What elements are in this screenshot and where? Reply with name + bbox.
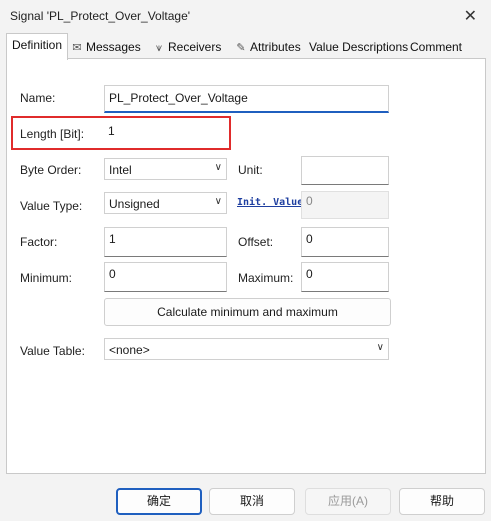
tab-messages[interactable]: ✉ Messages: [70, 36, 141, 58]
value-table-select[interactable]: <none> ∨: [104, 338, 389, 360]
tab-messages-label: Messages: [86, 40, 141, 54]
chevron-down-icon: ∨: [214, 162, 222, 173]
ok-button[interactable]: 确定: [116, 488, 202, 515]
minimum-label: Minimum:: [20, 271, 73, 285]
window-title: Signal 'PL_Protect_Over_Voltage': [10, 9, 191, 23]
tab-attributes[interactable]: ✎ Attributes: [234, 36, 301, 58]
tab-value-descriptions-label: Value Descriptions: [309, 40, 409, 54]
unit-input[interactable]: [301, 156, 389, 185]
value-table-value: <none>: [109, 343, 150, 357]
value-type-value: Unsigned: [109, 197, 160, 211]
init-value-input: 0: [301, 191, 389, 219]
tab-attributes-label: Attributes: [250, 40, 301, 54]
tab-comment-label: Comment: [410, 40, 463, 54]
factor-input[interactable]: 1: [104, 227, 227, 257]
chevron-down-icon: ∨: [214, 196, 222, 207]
title-bar: Signal 'PL_Protect_Over_Voltage' ✕: [0, 0, 491, 32]
name-input[interactable]: PL_Protect_Over_Voltage: [104, 85, 389, 113]
name-value: PL_Protect_Over_Voltage: [109, 91, 248, 105]
minimum-input[interactable]: 0: [104, 262, 227, 292]
maximum-input[interactable]: 0: [301, 262, 389, 292]
length-value: 1: [108, 124, 115, 138]
help-button[interactable]: 帮助: [399, 488, 485, 515]
factor-label: Factor:: [20, 235, 58, 249]
unit-label: Unit:: [238, 163, 263, 177]
name-label: Name:: [20, 91, 56, 105]
envelope-icon: ✉: [72, 42, 82, 54]
byte-order-select[interactable]: Intel ∨: [104, 158, 227, 180]
value-type-select[interactable]: Unsigned ∨: [104, 192, 227, 214]
length-label: Length [Bit]:: [20, 127, 85, 141]
tab-definition-label: Definition: [12, 38, 63, 52]
tab-receivers-label: Receivers: [168, 40, 222, 54]
byte-order-value: Intel: [109, 163, 132, 177]
init-value-value: 0: [306, 194, 313, 208]
calculate-min-max-button[interactable]: Calculate minimum and maximum: [104, 298, 391, 326]
close-icon[interactable]: ✕: [464, 6, 477, 26]
maximum-value: 0: [306, 267, 313, 281]
offset-label: Offset:: [238, 235, 274, 249]
apply-button: 应用(A): [305, 488, 391, 515]
byte-order-label: Byte Order:: [20, 163, 82, 177]
value-table-label: Value Table:: [20, 344, 85, 358]
tab-value-descriptions[interactable]: Value Descriptions: [309, 36, 408, 58]
maximum-label: Maximum:: [238, 271, 294, 285]
pencil-icon: ✎: [236, 42, 246, 54]
offset-input[interactable]: 0: [301, 227, 389, 257]
chevron-down-icon: ∨: [376, 342, 384, 353]
tab-definition[interactable]: Definition: [6, 33, 69, 60]
value-type-label: Value Type:: [20, 199, 83, 213]
tab-receivers[interactable]: ⩛ Receivers: [152, 36, 221, 58]
tab-comment[interactable]: Comment: [410, 36, 462, 58]
dialog-footer: 确定 取消 应用(A) 帮助: [0, 478, 491, 521]
init-value-link[interactable]: Init. Value: [237, 197, 301, 208]
offset-value: 0: [306, 232, 313, 246]
definition-panel: Name: PL_Protect_Over_Voltage Length [Bi…: [6, 58, 486, 474]
cancel-button[interactable]: 取消: [209, 488, 295, 515]
receiver-icon: ⩛: [155, 42, 163, 54]
minimum-value: 0: [109, 267, 116, 281]
factor-value: 1: [109, 232, 116, 246]
length-input[interactable]: 1: [104, 121, 222, 147]
